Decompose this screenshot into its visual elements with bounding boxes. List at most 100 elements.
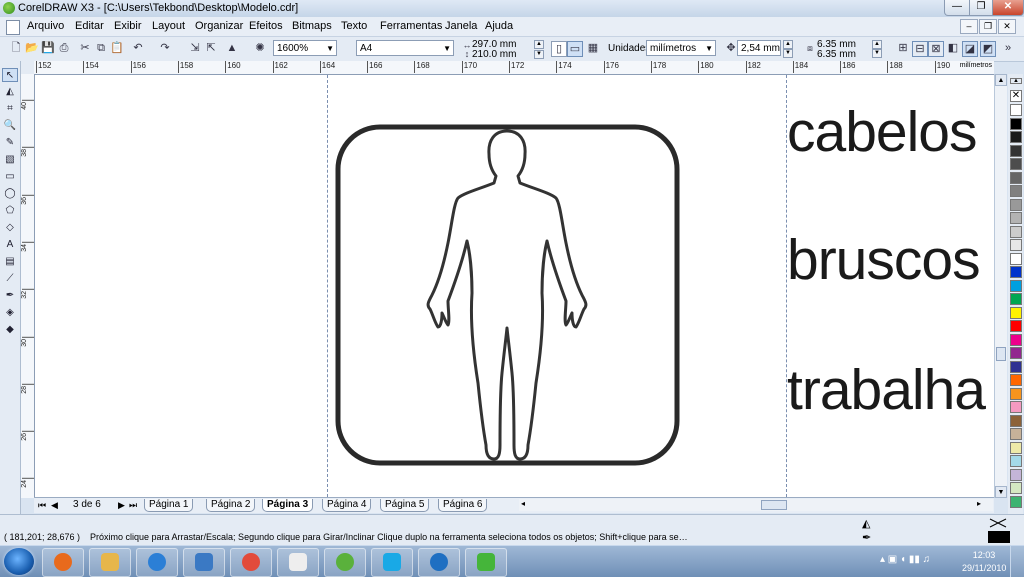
color-swatch[interactable]: [1010, 455, 1022, 467]
treat-as-filled-icon[interactable]: ◪: [962, 41, 978, 57]
nudge-down-spin[interactable]: ▼: [783, 49, 793, 58]
menu-exibir[interactable]: Exibir: [114, 20, 142, 32]
paper-width-spin[interactable]: ▲: [534, 40, 544, 49]
zoom-tool-icon[interactable]: 🔍: [2, 119, 18, 133]
doc-restore-button[interactable]: ❐: [979, 19, 997, 34]
duplicate-y-spin[interactable]: ▼: [872, 49, 882, 58]
color-swatch[interactable]: [1010, 252, 1022, 265]
color-swatch[interactable]: [1010, 428, 1022, 440]
color-swatch[interactable]: [1010, 144, 1022, 157]
duplicate-x-spin[interactable]: ▲: [872, 40, 882, 49]
system-tray[interactable]: ▴ ▣ ◖ ▮▮ ♫: [880, 554, 930, 565]
color-swatch[interactable]: [1010, 239, 1022, 251]
horizontal-scrollbar[interactable]: ◂ ▸: [519, 499, 993, 511]
document-icon[interactable]: [6, 20, 20, 35]
rectangle-tool-icon[interactable]: ▭: [2, 170, 18, 184]
color-swatch[interactable]: [1010, 414, 1022, 427]
color-swatch[interactable]: [1010, 333, 1022, 346]
human-body-pictogram[interactable]: [334, 123, 681, 467]
page-tab[interactable]: Página 2: [206, 499, 256, 512]
color-swatch[interactable]: [1010, 482, 1022, 494]
paper-height-spin[interactable]: ▼: [534, 50, 544, 59]
clock-date[interactable]: 29/11/2010: [962, 563, 1006, 573]
taskbar-messenger-button[interactable]: [324, 548, 366, 577]
horizontal-ruler[interactable]: 152 154 156 158 160 162 164 166 168 170 172 174 176 1…: [34, 61, 994, 75]
last-page-button[interactable]: ⏭: [129, 499, 137, 511]
nudge-distance-field[interactable]: 2,54 mm: [737, 40, 781, 56]
color-swatch[interactable]: [1010, 279, 1022, 292]
menu-janela[interactable]: Janela: [445, 20, 477, 32]
nudge-up-spin[interactable]: ▲: [783, 40, 793, 49]
undo-icon[interactable]: ↶: [131, 41, 145, 55]
taskbar-mail-client-button[interactable]: [183, 548, 225, 577]
welcome-screen-icon[interactable]: ✺: [253, 41, 267, 55]
first-page-button[interactable]: ⏮: [38, 499, 46, 511]
drawing-canvas[interactable]: cabelos bruscos trabalha: [35, 75, 994, 497]
page-tab[interactable]: Página 5: [380, 499, 430, 512]
taskbar-fax-viewer-button[interactable]: [277, 548, 319, 577]
color-swatch[interactable]: [1010, 104, 1022, 116]
landscape-icon[interactable]: ▭: [567, 41, 583, 57]
units-select[interactable]: milímetros ▼: [646, 40, 716, 56]
color-swatch[interactable]: [1010, 198, 1022, 211]
canvas-text-line[interactable]: trabalha: [787, 357, 986, 423]
canvas-text-line[interactable]: cabelos: [787, 99, 977, 165]
outline-pen-icon[interactable]: ✒: [862, 531, 874, 544]
page-tab[interactable]: Página 6: [438, 499, 488, 512]
cut-icon[interactable]: ✂: [78, 41, 92, 55]
menu-texto[interactable]: Texto: [341, 20, 367, 32]
color-swatch[interactable]: [1010, 347, 1022, 359]
maximize-button[interactable]: ❐: [969, 0, 993, 16]
text-tool-icon[interactable]: A: [2, 238, 18, 252]
color-swatch[interactable]: [1010, 185, 1022, 197]
color-swatch[interactable]: [1010, 468, 1022, 481]
close-button[interactable]: ✕: [992, 0, 1024, 16]
vertical-scrollbar[interactable]: ▲ ▼: [994, 74, 1007, 498]
menu-organizar[interactable]: Organizar: [195, 20, 243, 32]
new-document-icon[interactable]: 🗋: [9, 41, 23, 55]
pick-tool-icon[interactable]: ↖: [2, 68, 18, 82]
taskbar-internet-explorer-button[interactable]: [136, 548, 178, 577]
interactive-blend-tool-icon[interactable]: ▤: [2, 255, 18, 269]
paste-icon[interactable]: 📋: [110, 41, 124, 55]
ruler-origin[interactable]: [21, 61, 35, 75]
toolbar-overflow-icon[interactable]: »: [1001, 41, 1015, 55]
doc-minimize-button[interactable]: –: [960, 19, 978, 34]
scroll-down-button[interactable]: ▼: [995, 486, 1007, 498]
ellipse-tool-icon[interactable]: ◯: [2, 187, 18, 201]
freehand-tool-icon[interactable]: ✎: [2, 136, 18, 150]
menu-efeitos[interactable]: Efeitos: [249, 20, 283, 32]
color-swatch[interactable]: [1010, 387, 1022, 400]
crop-tool-icon[interactable]: ⌗: [2, 102, 18, 116]
dynamic-guides-icon[interactable]: ◧: [946, 41, 960, 55]
portrait-icon[interactable]: ▯: [551, 41, 567, 57]
save-icon[interactable]: 💾: [41, 41, 55, 55]
interactive-fill-tool-icon[interactable]: ◆: [2, 323, 18, 337]
import-icon[interactable]: ⇲: [188, 41, 202, 55]
polygon-tool-icon[interactable]: ⬠: [2, 204, 18, 218]
menu-ferramentas[interactable]: Ferramentas: [380, 20, 442, 32]
taskbar-flash-app-button[interactable]: [418, 548, 460, 577]
fill-tool-icon[interactable]: ◈: [2, 306, 18, 320]
page-tab[interactable]: Página 4: [322, 499, 372, 512]
color-swatch[interactable]: [1010, 293, 1022, 305]
redo-icon[interactable]: ↷: [158, 41, 172, 55]
menu-ajuda[interactable]: Ajuda: [485, 20, 513, 32]
snap-to-objects-icon[interactable]: ⊠: [928, 41, 944, 57]
previous-page-button[interactable]: ◀: [51, 499, 58, 511]
color-swatch[interactable]: [1010, 320, 1022, 332]
color-swatch[interactable]: [1010, 441, 1022, 454]
application-launcher-icon[interactable]: ▲: [225, 41, 239, 55]
doc-close-button[interactable]: ✕: [998, 19, 1016, 34]
palette-scroll-up-button[interactable]: ▲: [1010, 78, 1022, 84]
scroll-up-button[interactable]: ▲: [995, 74, 1007, 86]
color-swatch[interactable]: [1010, 158, 1022, 170]
start-button[interactable]: [4, 548, 34, 575]
minimize-button[interactable]: —: [944, 0, 970, 16]
clock-time[interactable]: 12:03: [962, 550, 1006, 560]
color-swatch[interactable]: [1010, 495, 1022, 508]
basic-shapes-tool-icon[interactable]: ◇: [2, 221, 18, 235]
scroll-right-button[interactable]: ▸: [977, 499, 981, 508]
color-swatch[interactable]: [1010, 131, 1022, 143]
smart-fill-tool-icon[interactable]: ▧: [2, 153, 18, 167]
